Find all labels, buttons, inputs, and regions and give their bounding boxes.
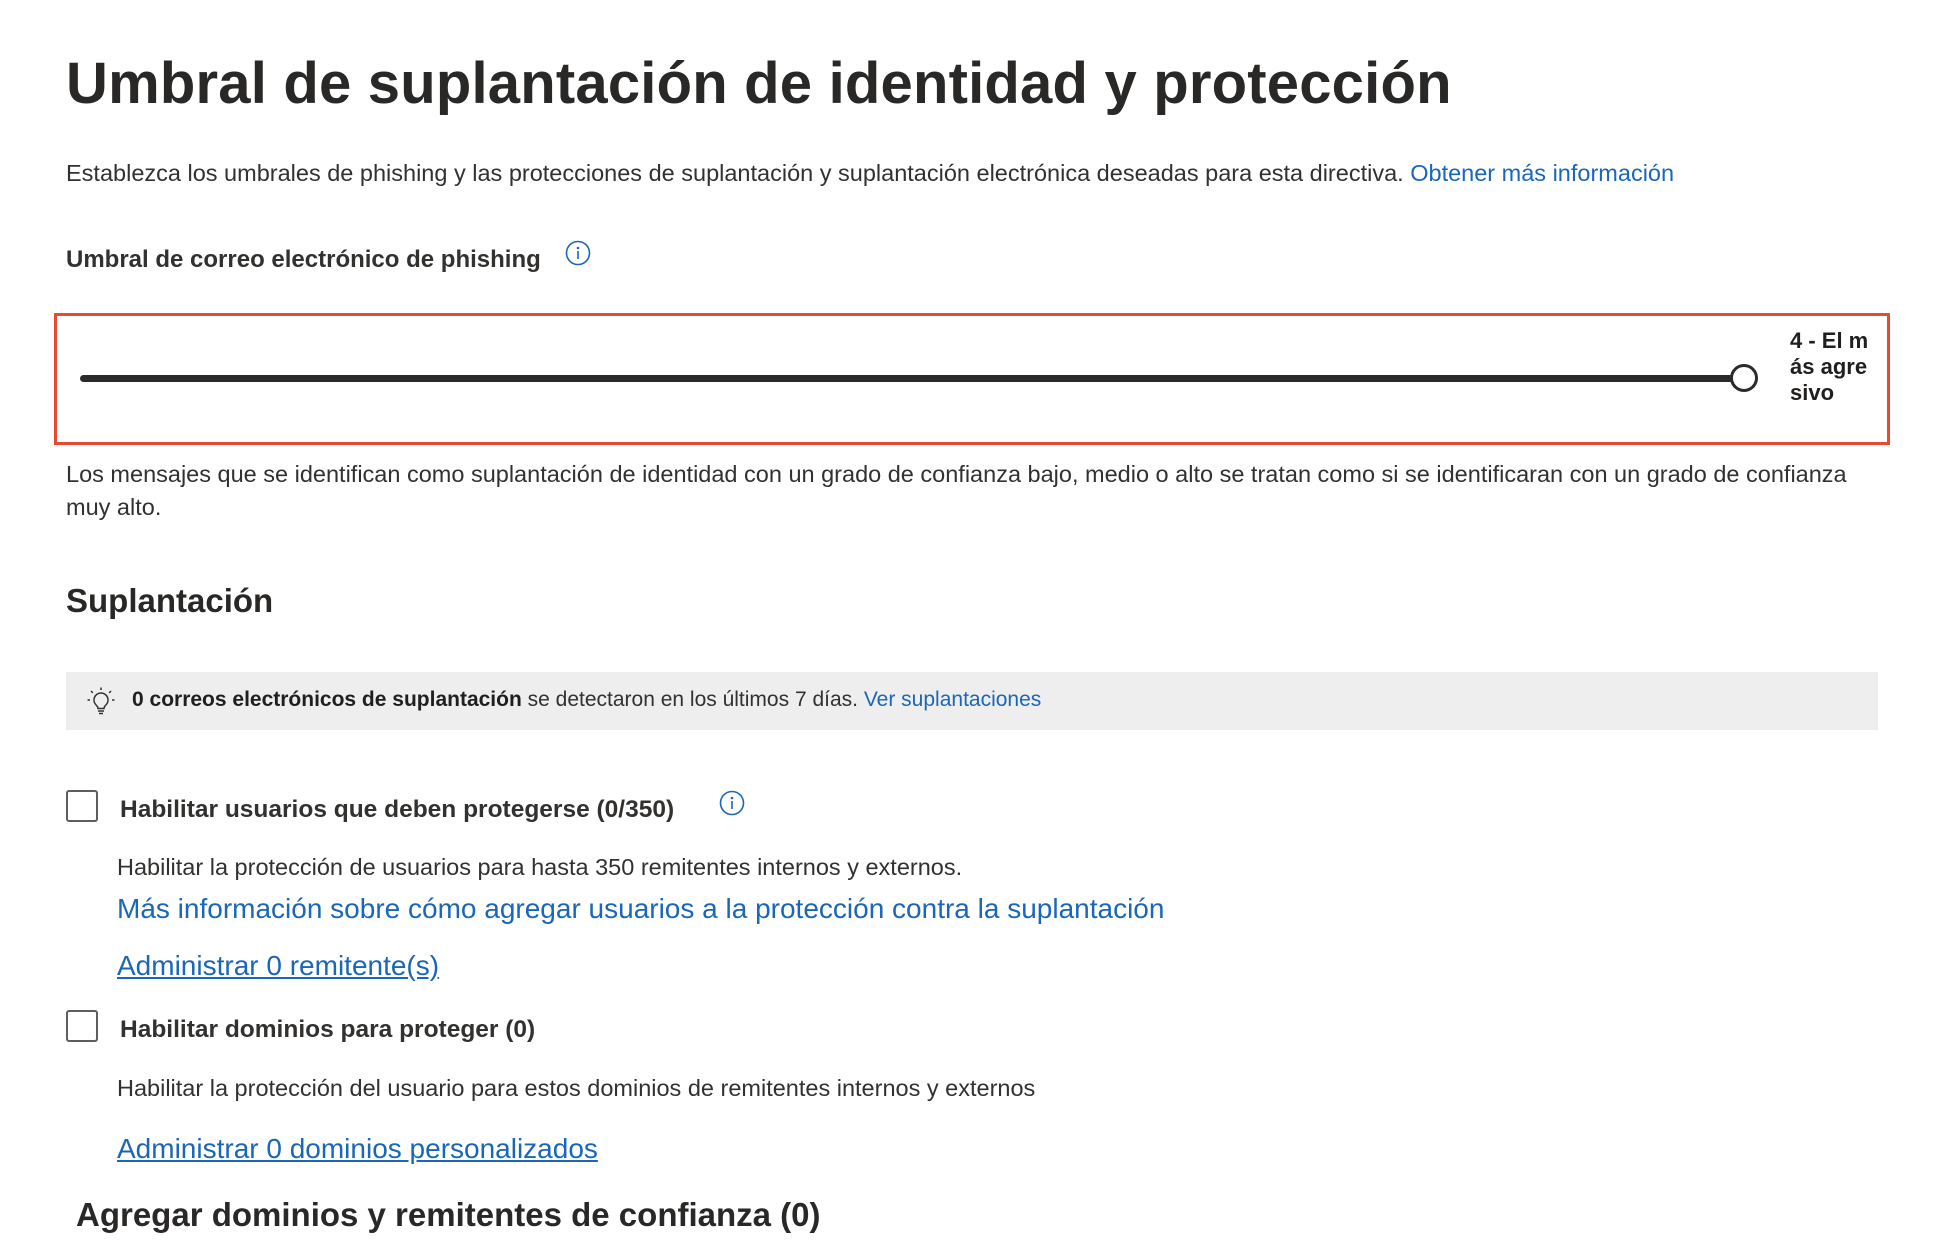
protect-domains-checkbox[interactable] <box>66 1010 98 1042</box>
phishing-threshold-slider-track[interactable] <box>80 375 1736 382</box>
slider-value-label: 4 - El más agresivo <box>1790 328 1869 405</box>
protect-users-description: Habilitar la protección de usuarios para… <box>117 854 963 880</box>
page-title: Umbral de suplantación de identidad y pr… <box>66 51 1452 116</box>
threshold-description: Los mensajes que se identifican como sup… <box>66 461 1847 520</box>
manage-domains-link[interactable]: Administrar 0 dominios personalizados <box>117 1133 598 1165</box>
impersonation-banner: 0 correos electrónicos de suplantación s… <box>66 672 1878 730</box>
learn-more-link[interactable]: Obtener más información <box>1410 160 1674 186</box>
banner-text: 0 correos electrónicos de suplantación s… <box>132 688 1041 712</box>
protect-domains-description: Habilitar la protección del usuario para… <box>117 1075 1036 1101</box>
more-info-users-link[interactable]: Más información sobre cómo agregar usuar… <box>117 893 1164 925</box>
manage-senders-link[interactable]: Administrar 0 remitente(s) <box>117 950 439 982</box>
lightbulb-icon <box>86 686 116 716</box>
phishing-threshold-label: Umbral de correo electrónico de phishing <box>66 246 541 273</box>
impersonation-heading: Suplantación <box>66 582 274 619</box>
view-impersonations-link[interactable]: Ver suplantaciones <box>864 688 1041 711</box>
banner-bold-text: 0 correos electrónicos de suplantación <box>132 688 522 711</box>
banner-plain-text: se detectaron en los últimos 7 días. <box>521 688 864 711</box>
trusted-heading: Agregar dominios y remitentes de confian… <box>76 1196 821 1233</box>
protect-domains-label: Habilitar dominios para proteger (0) <box>120 1016 536 1043</box>
info-icon[interactable] <box>719 790 745 816</box>
protect-users-label: Habilitar usuarios que deben protegerse … <box>120 796 675 823</box>
info-icon[interactable] <box>565 240 591 266</box>
protect-users-checkbox[interactable] <box>66 790 98 822</box>
intro-text: Establezca los umbrales de phishing y la… <box>66 160 1674 187</box>
intro-description: Establezca los umbrales de phishing y la… <box>66 160 1404 186</box>
phishing-threshold-slider-thumb[interactable] <box>1730 364 1758 392</box>
